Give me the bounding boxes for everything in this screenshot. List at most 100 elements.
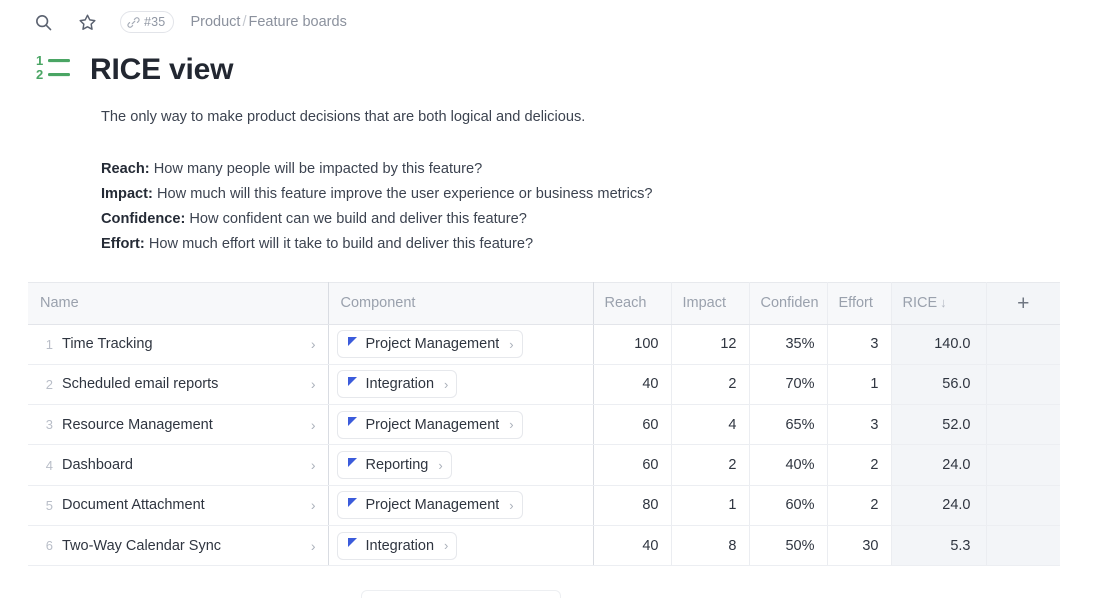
numbered-list-icon: 1 2 bbox=[36, 52, 72, 87]
add-column-button[interactable]: + bbox=[986, 282, 1060, 324]
chevron-right-icon[interactable]: › bbox=[436, 458, 442, 473]
column-header-confidence[interactable]: Confiden bbox=[749, 282, 827, 324]
cell-name[interactable]: 5 Document Attachment › bbox=[28, 485, 328, 525]
page-title: RICE view bbox=[90, 55, 233, 85]
definition-term-reach: Reach: bbox=[101, 161, 150, 177]
cell-effort[interactable]: 2 bbox=[827, 485, 891, 525]
cell-name[interactable]: 3 Resource Management › bbox=[28, 405, 328, 445]
table-row[interactable]: 1 Time Tracking › Project Management › bbox=[28, 324, 1060, 364]
cell-confidence[interactable]: 65% bbox=[749, 405, 827, 445]
cell-empty bbox=[986, 364, 1060, 404]
definition-term-confidence: Confidence: bbox=[101, 211, 185, 227]
cell-component[interactable]: Project Management › bbox=[328, 485, 593, 525]
cell-component[interactable]: Project Management › bbox=[328, 324, 593, 364]
cell-reach[interactable]: 80 bbox=[593, 485, 671, 525]
cell-effort[interactable]: 3 bbox=[827, 405, 891, 445]
flag-icon bbox=[347, 457, 358, 474]
definition-term-impact: Impact: bbox=[101, 186, 153, 202]
page-header: 1 2 RICE view bbox=[0, 44, 1100, 87]
page-root: #35 Product/Feature boards 1 2 RICE view… bbox=[0, 0, 1100, 598]
breadcrumb-current[interactable]: Feature boards bbox=[248, 14, 346, 30]
cell-impact[interactable]: 4 bbox=[671, 405, 749, 445]
chevron-right-icon[interactable]: › bbox=[303, 336, 320, 352]
star-icon[interactable] bbox=[72, 7, 102, 37]
row-number: 6 bbox=[40, 538, 62, 553]
column-header-component[interactable]: Component bbox=[328, 282, 593, 324]
flag-icon bbox=[347, 537, 358, 554]
cell-reach[interactable]: 40 bbox=[593, 526, 671, 566]
cell-reach[interactable]: 60 bbox=[593, 405, 671, 445]
chevron-right-icon[interactable]: › bbox=[507, 337, 513, 352]
chevron-right-icon[interactable]: › bbox=[507, 417, 513, 432]
cell-effort[interactable]: 30 bbox=[827, 526, 891, 566]
table-body: 1 Time Tracking › Project Management › bbox=[28, 324, 1060, 566]
table-row[interactable]: 4 Dashboard › Reporting › bbox=[28, 445, 1060, 485]
breadcrumb-parent[interactable]: Product bbox=[190, 14, 240, 30]
cell-name[interactable]: 6 Two-Way Calendar Sync › bbox=[28, 526, 328, 566]
chevron-right-icon[interactable]: › bbox=[442, 538, 448, 553]
cell-effort[interactable]: 2 bbox=[827, 445, 891, 485]
chevron-right-icon[interactable]: › bbox=[442, 377, 448, 392]
component-tag[interactable]: Integration › bbox=[337, 532, 458, 560]
search-icon[interactable] bbox=[28, 7, 58, 37]
column-header-effort[interactable]: Effort bbox=[827, 282, 891, 324]
chevron-right-icon[interactable]: › bbox=[303, 497, 320, 513]
column-header-rice[interactable]: RICE↓ bbox=[891, 282, 986, 324]
table-row[interactable]: 6 Two-Way Calendar Sync › Integration › bbox=[28, 526, 1060, 566]
cell-component[interactable]: Reporting › bbox=[328, 445, 593, 485]
cell-name[interactable]: 4 Dashboard › bbox=[28, 445, 328, 485]
cell-reach[interactable]: 100 bbox=[593, 324, 671, 364]
chevron-right-icon[interactable]: › bbox=[303, 538, 320, 554]
flag-icon bbox=[347, 376, 358, 393]
cell-confidence[interactable]: 35% bbox=[749, 324, 827, 364]
column-header-reach[interactable]: Reach bbox=[593, 282, 671, 324]
flag-icon bbox=[347, 497, 358, 514]
cell-empty bbox=[986, 324, 1060, 364]
column-header-impact[interactable]: Impact bbox=[671, 282, 749, 324]
cell-effort[interactable]: 1 bbox=[827, 364, 891, 404]
cell-confidence[interactable]: 60% bbox=[749, 485, 827, 525]
component-tag[interactable]: Project Management › bbox=[337, 491, 523, 519]
cell-impact[interactable]: 2 bbox=[671, 364, 749, 404]
cell-rice: 52.0 bbox=[891, 405, 986, 445]
cell-empty bbox=[986, 485, 1060, 525]
chevron-right-icon[interactable]: › bbox=[303, 376, 320, 392]
table-row[interactable]: 5 Document Attachment › Project Manageme… bbox=[28, 485, 1060, 525]
component-tag[interactable]: Project Management › bbox=[337, 411, 523, 439]
cell-impact[interactable]: 12 bbox=[671, 324, 749, 364]
cell-effort[interactable]: 3 bbox=[827, 324, 891, 364]
column-header-name[interactable]: Name bbox=[28, 282, 328, 324]
chevron-right-icon[interactable]: › bbox=[507, 498, 513, 513]
cell-empty bbox=[986, 445, 1060, 485]
cell-reach[interactable]: 60 bbox=[593, 445, 671, 485]
component-tag[interactable]: Integration › bbox=[337, 370, 458, 398]
cell-name[interactable]: 1 Time Tracking › bbox=[28, 324, 328, 364]
flag-icon bbox=[347, 416, 358, 433]
cell-impact[interactable]: 2 bbox=[671, 445, 749, 485]
table-row[interactable]: 2 Scheduled email reports › Integration … bbox=[28, 364, 1060, 404]
component-tag[interactable]: Project Management › bbox=[337, 330, 523, 358]
cell-component[interactable]: Project Management › bbox=[328, 405, 593, 445]
breadcrumb[interactable]: Product/Feature boards bbox=[190, 14, 346, 30]
definition-text-impact: How much will this feature improve the u… bbox=[157, 186, 653, 202]
row-number: 1 bbox=[40, 337, 62, 352]
row-number: 4 bbox=[40, 458, 62, 473]
svg-text:1: 1 bbox=[36, 53, 43, 68]
cell-component[interactable]: Integration › bbox=[328, 364, 593, 404]
chevron-right-icon[interactable]: › bbox=[303, 457, 320, 473]
cell-rice: 24.0 bbox=[891, 485, 986, 525]
row-number: 3 bbox=[40, 417, 62, 432]
component-tag[interactable]: Reporting › bbox=[337, 451, 452, 479]
cell-confidence[interactable]: 50% bbox=[749, 526, 827, 566]
cell-name[interactable]: 2 Scheduled email reports › bbox=[28, 364, 328, 404]
cell-confidence[interactable]: 40% bbox=[749, 445, 827, 485]
cell-impact[interactable]: 8 bbox=[671, 526, 749, 566]
table-row[interactable]: 3 Resource Management › Project Manageme… bbox=[28, 405, 1060, 445]
cell-impact[interactable]: 1 bbox=[671, 485, 749, 525]
cell-component[interactable]: Integration › bbox=[328, 526, 593, 566]
id-badge[interactable]: #35 bbox=[120, 11, 174, 33]
chevron-right-icon[interactable]: › bbox=[303, 417, 320, 433]
cell-confidence[interactable]: 70% bbox=[749, 364, 827, 404]
cell-reach[interactable]: 40 bbox=[593, 364, 671, 404]
plus-icon: + bbox=[1017, 293, 1029, 314]
